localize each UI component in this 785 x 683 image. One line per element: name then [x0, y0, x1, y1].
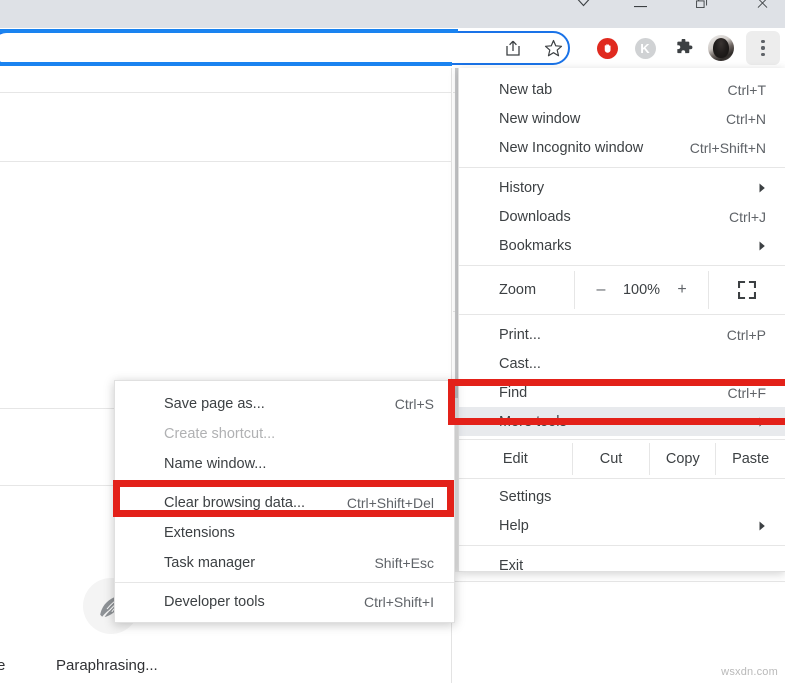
restore-button[interactable]	[679, 0, 725, 28]
divider	[459, 314, 785, 315]
menu-item-help[interactable]: Help	[459, 511, 785, 540]
menu-item-label: Print...	[499, 326, 541, 343]
menu-item-label: Help	[499, 517, 529, 534]
submenu-item-accel: Shift+Esc	[374, 555, 434, 571]
menu-item-cast[interactable]: Cast...	[459, 349, 785, 378]
submenu-item-label: Create shortcut...	[164, 426, 276, 442]
bookmark-star-icon[interactable]	[538, 33, 568, 63]
menu-item-history[interactable]: History	[459, 173, 785, 202]
menu-item-label: Cast...	[499, 355, 541, 372]
menu-item-print[interactable]: Print... Ctrl+P	[459, 320, 785, 349]
divider	[115, 582, 454, 583]
menu-item-label: New window	[499, 110, 581, 127]
menu-row-edit: Edit Cut Copy Paste	[459, 443, 785, 475]
submenu-item-label: Extensions	[164, 525, 235, 541]
omnibox-focus-top-edge	[0, 29, 458, 33]
menu-item-accel: Ctrl+T	[727, 81, 767, 98]
menu-item-new-window[interactable]: New window Ctrl+N	[459, 104, 785, 133]
dot	[761, 39, 765, 44]
chevron-right-icon	[759, 521, 766, 531]
menu-item-accel: Ctrl+J	[729, 208, 766, 225]
minimize-button[interactable]	[617, 0, 663, 28]
browser-window: K e Paraphrasing... wsxdn.com New tab Ct…	[0, 0, 785, 683]
close-button[interactable]	[739, 0, 785, 28]
status-text: Paraphrasing...	[56, 657, 158, 674]
zoom-level-value: 100%	[622, 282, 661, 298]
edit-label: Edit	[459, 443, 573, 475]
paste-button[interactable]: Paste	[716, 443, 785, 475]
submenu-item-task-manager[interactable]: Task manager Shift+Esc	[115, 548, 454, 578]
tab-strip	[0, 0, 560, 28]
annotation-box-clear-browsing-data	[113, 480, 454, 517]
zoom-out-button[interactable]: –	[593, 281, 609, 299]
dot	[761, 46, 765, 50]
kaspersky-icon[interactable]: K	[630, 33, 660, 63]
submenu-item-label: Save page as...	[164, 396, 265, 412]
menu-item-settings[interactable]: Settings	[459, 482, 785, 511]
divider	[453, 581, 785, 582]
divider	[459, 545, 785, 546]
zoom-label: Zoom	[499, 282, 537, 298]
menu-item-label: New tab	[499, 81, 553, 98]
cut-off-text: e	[0, 657, 6, 674]
submenu-item-label: Name window...	[164, 456, 267, 472]
chrome-main-menu: New tab Ctrl+T New window Ctrl+N New Inc…	[458, 68, 785, 574]
submenu-item-label: Developer tools	[164, 594, 265, 610]
menu-item-label: New Incognito window	[499, 139, 644, 156]
menu-item-new-tab[interactable]: New tab Ctrl+T	[459, 75, 785, 104]
divider	[459, 439, 785, 440]
share-icon[interactable]	[498, 33, 528, 63]
cut-button[interactable]: Cut	[573, 443, 651, 475]
submenu-item-create-shortcut: Create shortcut...	[115, 419, 454, 449]
chevron-right-icon	[759, 241, 766, 251]
menu-item-label: Downloads	[499, 208, 571, 225]
copy-button[interactable]: Copy	[650, 443, 717, 475]
submenu-item-accel: Ctrl+S	[394, 396, 434, 412]
submenu-item-name-window[interactable]: Name window...	[115, 449, 454, 479]
menu-item-label: Bookmarks	[499, 237, 572, 254]
menu-row-zoom: Zoom – 100% +	[459, 271, 785, 309]
watermark: wsxdn.com	[721, 666, 778, 678]
avatar	[708, 35, 734, 61]
submenu-item-label: Task manager	[164, 555, 256, 571]
chevron-down-icon[interactable]	[560, 0, 606, 28]
zoom-controls: – 100% +	[574, 271, 709, 309]
menu-item-new-incognito-window[interactable]: New Incognito window Ctrl+Shift+N	[459, 133, 785, 162]
menu-item-accel: Ctrl+Shift+N	[689, 139, 766, 156]
dot	[761, 52, 765, 57]
divider	[459, 265, 785, 266]
divider	[0, 161, 452, 162]
fullscreen-icon[interactable]	[709, 281, 785, 299]
menu-item-downloads[interactable]: Downloads Ctrl+J	[459, 202, 785, 231]
menu-item-label: History	[499, 179, 545, 196]
menu-item-exit[interactable]: Exit	[459, 551, 785, 580]
chevron-right-icon	[759, 183, 766, 193]
menu-item-accel: Ctrl+N	[725, 110, 766, 127]
annotation-box-more-tools	[448, 379, 785, 425]
three-dot-menu-icon[interactable]	[746, 31, 780, 65]
omnibox-focus-bottom-edge	[0, 62, 452, 66]
submenu-item-save-page-as[interactable]: Save page as... Ctrl+S	[115, 389, 454, 419]
submenu-item-accel: Ctrl+Shift+I	[363, 594, 434, 610]
menu-item-accel: Ctrl+P	[726, 326, 766, 343]
adblock-icon[interactable]	[592, 33, 622, 63]
address-bar[interactable]	[0, 31, 570, 65]
zoom-in-button[interactable]: +	[674, 281, 690, 299]
menu-item-label: Exit	[499, 557, 524, 574]
submenu-item-extensions[interactable]: Extensions	[115, 518, 454, 548]
submenu-item-developer-tools[interactable]: Developer tools Ctrl+Shift+I	[115, 587, 454, 617]
avatar-icon[interactable]	[706, 33, 736, 63]
menu-item-bookmarks[interactable]: Bookmarks	[459, 231, 785, 260]
divider	[459, 167, 785, 168]
divider	[459, 478, 785, 479]
extensions-puzzle-icon[interactable]	[668, 33, 698, 63]
kaspersky-letter: K	[634, 37, 656, 59]
divider	[0, 92, 452, 93]
menu-item-label: Settings	[499, 488, 552, 505]
